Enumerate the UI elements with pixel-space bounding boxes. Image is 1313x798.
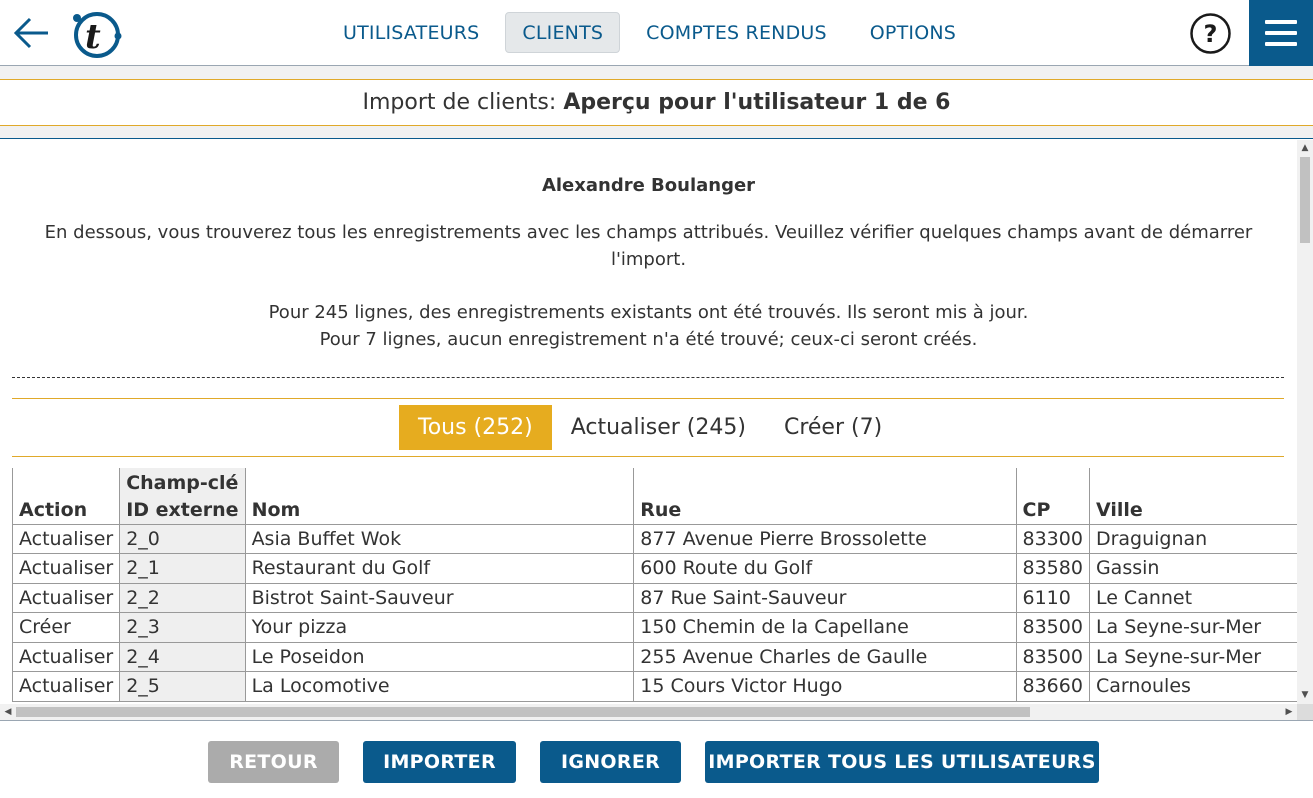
cell-nom: Le Poseidon xyxy=(244,642,634,672)
menu-icon[interactable] xyxy=(1249,0,1313,66)
stats-create: Pour 7 lignes, aucun enregistrement n'a … xyxy=(319,329,978,350)
cell-rue: 255 Avenue Charles de Gaulle xyxy=(633,642,1016,672)
main-nav: UTILISATEURS CLIENTS COMPTES RENDUS OPTI… xyxy=(326,12,982,53)
horizontal-scrollbar[interactable]: ◀ ▶ xyxy=(0,704,1297,720)
cell-nom: La Locomotive xyxy=(244,671,634,702)
cell-key: 2_5 xyxy=(119,671,246,702)
nav-utilisateurs[interactable]: UTILISATEURS xyxy=(326,12,496,53)
tab-actualiser[interactable]: Actualiser (245) xyxy=(552,405,765,450)
cell-cp: 6110 xyxy=(1015,583,1090,613)
cell-action: Actualiser xyxy=(12,524,120,554)
cell-action: Actualiser xyxy=(12,583,120,613)
svg-text:t: t xyxy=(85,17,101,57)
vertical-scroll-thumb[interactable] xyxy=(1300,157,1310,243)
tab-creer[interactable]: Créer (7) xyxy=(765,405,901,450)
col-header-action: Action xyxy=(12,468,120,525)
scroll-left-icon[interactable]: ◀ xyxy=(0,704,16,720)
cell-rue: 877 Avenue Pierre Brossolette xyxy=(633,524,1016,554)
cell-nom: Your pizza xyxy=(244,612,634,643)
cell-action: Créer xyxy=(12,612,120,643)
retour-button[interactable]: RETOUR xyxy=(208,741,339,783)
logo-icon[interactable]: t xyxy=(70,9,122,59)
scroll-up-icon[interactable]: ▲ xyxy=(1297,140,1313,156)
nav-clients[interactable]: CLIENTS xyxy=(505,12,621,53)
ignorer-button[interactable]: IGNORER xyxy=(540,741,681,783)
cell-rue: 150 Chemin de la Capellane xyxy=(633,612,1016,643)
tab-tous[interactable]: Tous (252) xyxy=(399,405,552,450)
page-title-main: Aperçu pour l'utilisateur 1 de 6 xyxy=(563,90,951,115)
cell-nom: Bistrot Saint-Sauveur xyxy=(244,583,634,613)
cell-ville: La Seyne-sur-Mer xyxy=(1088,612,1297,643)
cell-ville: Draguignan xyxy=(1088,524,1297,554)
cell-cp: 83500 xyxy=(1015,642,1090,672)
table-row: Actualiser 2_5 La Locomotive 15 Cours Vi… xyxy=(12,671,1297,702)
cell-ville: Le Cannet xyxy=(1088,583,1297,613)
scroll-right-icon[interactable]: ▶ xyxy=(1281,704,1297,720)
cell-ville: La Seyne-sur-Mer xyxy=(1088,642,1297,672)
table-row: Actualiser 2_4 Le Poseidon 255 Avenue Ch… xyxy=(12,642,1297,672)
importer-tous-button[interactable]: IMPORTER TOUS LES UTILISATEURS xyxy=(705,741,1099,783)
svg-text:?: ? xyxy=(1204,20,1218,48)
nav-options[interactable]: OPTIONS xyxy=(853,12,973,53)
cell-cp: 83580 xyxy=(1015,553,1090,584)
content-area: Alexandre Boulanger En dessous, vous tro… xyxy=(0,140,1297,720)
cell-rue: 87 Rue Saint-Sauveur xyxy=(633,583,1016,613)
divider xyxy=(12,377,1284,378)
help-icon[interactable]: ? xyxy=(1189,12,1232,55)
col-header-cp: CP xyxy=(1015,468,1090,525)
table-row: Actualiser 2_0 Asia Buffet Wok 877 Avenu… xyxy=(12,524,1297,554)
stats-update: Pour 245 lignes, des enregistrements exi… xyxy=(268,302,1029,323)
cell-cp: 83300 xyxy=(1015,524,1090,554)
table-row: Créer 2_3 Your pizza 150 Chemin de la Ca… xyxy=(12,612,1297,643)
scroll-down-icon[interactable]: ▼ xyxy=(1297,687,1313,703)
scrollbar-corner xyxy=(1297,704,1313,720)
cell-ville: Carnoules xyxy=(1088,671,1297,702)
cell-ville: Gassin xyxy=(1088,553,1297,584)
cell-key: 2_3 xyxy=(119,612,246,643)
page-title-prefix: Import de clients: xyxy=(362,90,557,115)
col-header-key: Champ-clé ID externe xyxy=(119,468,246,525)
cell-key: 2_1 xyxy=(119,553,246,584)
col-header-ville: Ville xyxy=(1088,468,1297,525)
cell-action: Actualiser xyxy=(12,671,120,702)
cell-cp: 83500 xyxy=(1015,612,1090,643)
stats-text: Pour 245 lignes, des enregistrements exi… xyxy=(0,299,1297,353)
cell-action: Actualiser xyxy=(12,642,120,672)
table-row: Actualiser 2_1 Restaurant du Golf 600 Ro… xyxy=(12,553,1297,584)
cell-nom: Asia Buffet Wok xyxy=(244,524,634,554)
cell-key: 2_2 xyxy=(119,583,246,613)
col-header-key-line2: ID externe xyxy=(126,498,239,521)
col-header-nom: Nom xyxy=(244,468,634,525)
title-spacer xyxy=(0,66,1313,80)
table-row: Actualiser 2_2 Bistrot Saint-Sauveur 87 … xyxy=(12,583,1297,613)
cell-cp: 83660 xyxy=(1015,671,1090,702)
col-header-rue: Rue xyxy=(633,468,1016,525)
cell-nom: Restaurant du Golf xyxy=(244,553,634,584)
cell-action: Actualiser xyxy=(12,553,120,584)
page-title: Import de clients: Aperçu pour l'utilisa… xyxy=(0,80,1313,126)
user-name: Alexandre Boulanger xyxy=(541,175,756,196)
horizontal-scroll-thumb[interactable] xyxy=(16,707,1030,717)
footer-actions: RETOUR IMPORTER IGNORER IMPORTER TOUS LE… xyxy=(0,720,1313,798)
vertical-scrollbar[interactable]: ▲ ▼ xyxy=(1297,140,1313,720)
col-header-key-line1: Champ-clé xyxy=(126,471,239,494)
nav-comptes-rendus[interactable]: COMPTES RENDUS xyxy=(629,12,844,53)
intro-text: En dessous, vous trouverez tous les enre… xyxy=(44,222,1253,270)
cell-rue: 15 Cours Victor Hugo xyxy=(633,671,1016,702)
filter-tabs: Tous (252) Actualiser (245) Créer (7) xyxy=(12,398,1284,457)
importer-button[interactable]: IMPORTER xyxy=(363,741,516,783)
top-bar: t UTILISATEURS CLIENTS COMPTES RENDUS OP… xyxy=(0,0,1313,66)
cell-rue: 600 Route du Golf xyxy=(633,553,1016,584)
title-spacer-bottom xyxy=(0,126,1313,139)
cell-key: 2_0 xyxy=(119,524,246,554)
preview-table-container: Action Champ-clé ID externe Nom Rue CP V… xyxy=(12,468,1297,704)
cell-key: 2_4 xyxy=(119,642,246,672)
back-arrow-icon[interactable] xyxy=(10,14,54,52)
preview-table: Action Champ-clé ID externe Nom Rue CP V… xyxy=(12,468,1297,702)
